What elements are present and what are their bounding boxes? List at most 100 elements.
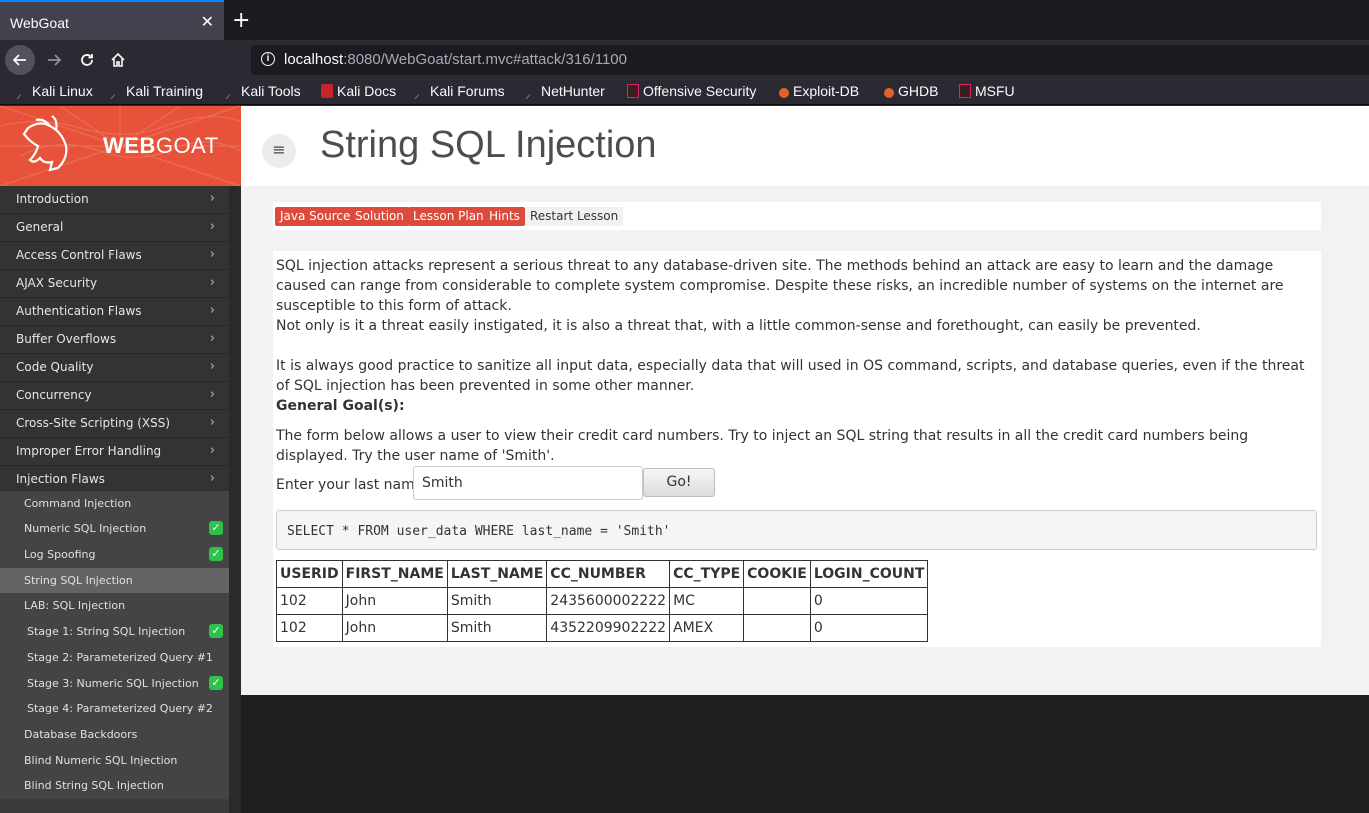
hints-button[interactable]: Hints	[484, 207, 525, 226]
java-source-button[interactable]: Java Source	[275, 207, 356, 226]
home-icon	[111, 52, 125, 67]
lesson-item-stage-2[interactable]: Stage 2: Parameterized Query #1	[0, 645, 229, 671]
menu-category-authentication-flaws[interactable]: Authentication Flaws ›	[0, 298, 229, 326]
browser-tab-strip: WebGoat ✕ +	[0, 0, 1369, 40]
table-cell: 0	[809, 587, 929, 615]
restart-lesson-button[interactable]: Restart Lesson	[525, 207, 624, 226]
menu-category-access-control-flaws[interactable]: Access Control Flaws ›	[0, 242, 229, 270]
completed-check-icon: ✓	[209, 624, 223, 638]
table-cell: John	[341, 614, 448, 642]
forward-button[interactable]	[39, 45, 69, 75]
lesson-item-log-spoofing[interactable]: Log Spoofing ✓	[0, 542, 229, 568]
column-header: CC_NUMBER	[546, 560, 671, 588]
bookmark-offensive-security[interactable]: Offensive Security	[627, 83, 756, 99]
table-row: 102 John Smith 4352209902222 AMEX 0	[276, 614, 929, 642]
menu-category-concurrency[interactable]: Concurrency ›	[0, 382, 229, 410]
menu-category-label: Code Quality	[16, 360, 94, 374]
reload-icon	[81, 54, 93, 66]
lesson-content: SQL injection attacks represent a seriou…	[273, 251, 1321, 647]
table-cell: 4352209902222	[546, 614, 671, 642]
menu-category-label: AJAX Security	[16, 276, 98, 290]
brand-part-goat: GOAT	[155, 133, 219, 158]
lesson-label: Database Backdoors	[24, 728, 138, 741]
menu-category-ajax-security[interactable]: AJAX Security ›	[0, 270, 229, 298]
site-info-icon[interactable]: i	[261, 52, 275, 66]
menu-category-improper-error-handling[interactable]: Improper Error Handling ›	[0, 438, 229, 466]
new-tab-icon[interactable]: +	[232, 8, 250, 33]
bookmark-nethunter[interactable]: ⸝ NetHunter	[525, 83, 605, 101]
bookmark-exploit-db[interactable]: Exploit-DB	[779, 83, 859, 99]
lesson-label: Stage 4: Parameterized Query #2	[27, 702, 213, 715]
close-tab-icon[interactable]: ✕	[201, 12, 214, 32]
back-button[interactable]	[5, 45, 35, 75]
bookmark-label: NetHunter	[541, 83, 605, 99]
lesson-label: Blind String SQL Injection	[24, 779, 164, 792]
menu-category-label: General	[16, 220, 64, 234]
table-header-row: USERID FIRST_NAME LAST_NAME CC_NUMBER CC…	[276, 560, 929, 588]
webgoat-page: WEBGOAT Introduction › General › Access Co…	[0, 106, 1369, 813]
table-row: 102 John Smith 2435600002222 MC 0	[276, 587, 929, 615]
lesson-label: Blind Numeric SQL Injection	[24, 754, 178, 767]
brand-name: WEBGOAT	[103, 133, 219, 159]
home-button[interactable]	[103, 45, 133, 75]
last-name-input[interactable]	[413, 466, 643, 500]
bookmark-ghdb[interactable]: GHDB	[884, 83, 938, 99]
bookmark-kali-docs[interactable]: Kali Docs	[321, 83, 396, 99]
lesson-item-stage-3[interactable]: Stage 3: Numeric SQL Injection ✓	[0, 671, 229, 697]
chevron-right-icon: ›	[209, 219, 215, 234]
bookmark-label: Kali Forums	[430, 83, 505, 99]
bookmark-kali-linux[interactable]: ⸝ Kali Linux	[16, 83, 93, 101]
lesson-item-blind-numeric-sql-injection[interactable]: Blind Numeric SQL Injection	[0, 748, 229, 774]
bookmark-kali-forums[interactable]: ⸝ Kali Forums	[414, 83, 505, 101]
lesson-item-stage-4[interactable]: Stage 4: Parameterized Query #2	[0, 696, 229, 722]
table-cell: Smith	[446, 614, 548, 642]
browser-tab-webgoat[interactable]: WebGoat ✕	[0, 0, 224, 40]
table-cell	[743, 614, 811, 642]
menu-category-label: Improper Error Handling	[16, 444, 162, 458]
lesson-item-lab-sql-injection[interactable]: LAB: SQL Injection	[0, 593, 229, 619]
lesson-item-database-backdoors[interactable]: Database Backdoors	[0, 722, 229, 748]
page-footer	[241, 695, 1369, 813]
table-cell: Smith	[446, 587, 548, 615]
bookmarks-bar: ⸝ Kali Linux ⸝ Kali Training ⸝ Kali Tools K…	[0, 80, 1369, 105]
lesson-item-command-injection[interactable]: Command Injection	[0, 491, 229, 517]
lesson-item-stage-1[interactable]: Stage 1: String SQL Injection ✓	[0, 619, 229, 645]
bookmark-msfu[interactable]: MSFU	[959, 83, 1015, 99]
go-button[interactable]: Go!	[643, 468, 715, 497]
lesson-item-numeric-sql-injection[interactable]: Numeric SQL Injection ✓	[0, 516, 229, 542]
offsec-icon	[627, 84, 639, 98]
reload-button[interactable]	[72, 45, 102, 75]
bookmark-kali-tools[interactable]: ⸝ Kali Tools	[225, 83, 301, 101]
sanitize-paragraph: It is always good practice to sanitize a…	[276, 358, 1305, 394]
chevron-right-icon: ›	[209, 443, 215, 458]
address-bar[interactable]: i localhost:8080/WebGoat/start.mvc#attac…	[251, 45, 1369, 75]
lesson-label: Log Spoofing	[24, 548, 96, 561]
results-table: USERID FIRST_NAME LAST_NAME CC_NUMBER CC…	[276, 560, 929, 642]
bookmark-kali-training[interactable]: ⸝ Kali Training	[110, 83, 203, 101]
completed-check-icon: ✓	[209, 521, 223, 535]
menu-category-introduction[interactable]: Introduction ›	[0, 186, 229, 214]
lesson-label: Numeric SQL Injection	[24, 522, 147, 535]
last-name-label: Enter your last name:	[276, 477, 429, 493]
menu-category-buffer-overflows[interactable]: Buffer Overflows ›	[0, 326, 229, 354]
solution-button[interactable]: Solution	[350, 207, 409, 226]
menu-category-xss[interactable]: Cross-Site Scripting (XSS) ›	[0, 410, 229, 438]
menu-category-general[interactable]: General ›	[0, 214, 229, 242]
menu-category-label: Injection Flaws	[16, 472, 105, 486]
lesson-plan-button[interactable]: Lesson Plan	[408, 207, 489, 226]
menu-category-injection-flaws[interactable]: Injection Flaws ›	[0, 466, 229, 494]
sql-query-display: SELECT * FROM user_data WHERE last_name …	[276, 510, 1317, 550]
column-header: LOGIN_COUNT	[809, 560, 929, 588]
menu-toggle-icon[interactable]: ≡	[262, 134, 296, 168]
lesson-item-blind-string-sql-injection[interactable]: Blind String SQL Injection	[0, 773, 229, 799]
lesson-item-string-sql-injection[interactable]: String SQL Injection	[0, 568, 229, 594]
completed-check-icon: ✓	[209, 676, 223, 690]
menu-category-label: Authentication Flaws	[16, 304, 142, 318]
kali-dragon-icon: ⸝	[16, 87, 23, 101]
menu-category-code-quality[interactable]: Code Quality ›	[0, 354, 229, 382]
webgoat-logo[interactable]: WEBGOAT	[0, 106, 241, 186]
column-header: COOKIE	[743, 560, 811, 588]
page-header: ≡ String SQL Injection	[241, 106, 1369, 186]
sidebar-scrollbar[interactable]	[229, 186, 241, 813]
column-header: LAST_NAME	[446, 560, 548, 588]
